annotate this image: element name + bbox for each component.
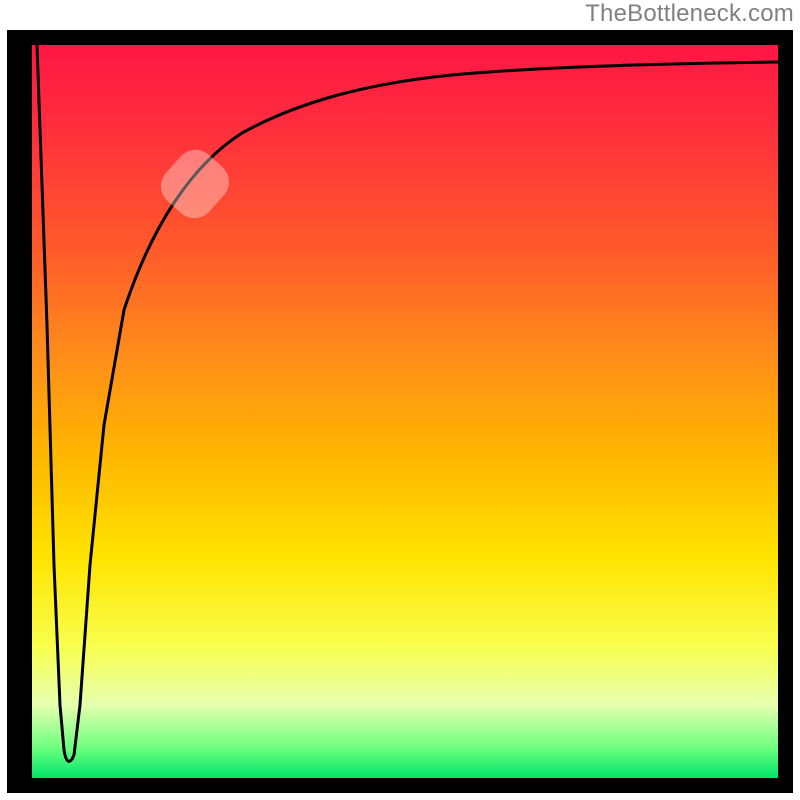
chart-frame: TheBottleneck.com (0, 0, 800, 800)
plot-area (32, 45, 778, 778)
plot-outer-box (7, 30, 793, 793)
curve-path (37, 45, 778, 761)
watermark-text: TheBottleneck.com (585, 0, 794, 28)
bottleneck-curve (32, 45, 778, 778)
